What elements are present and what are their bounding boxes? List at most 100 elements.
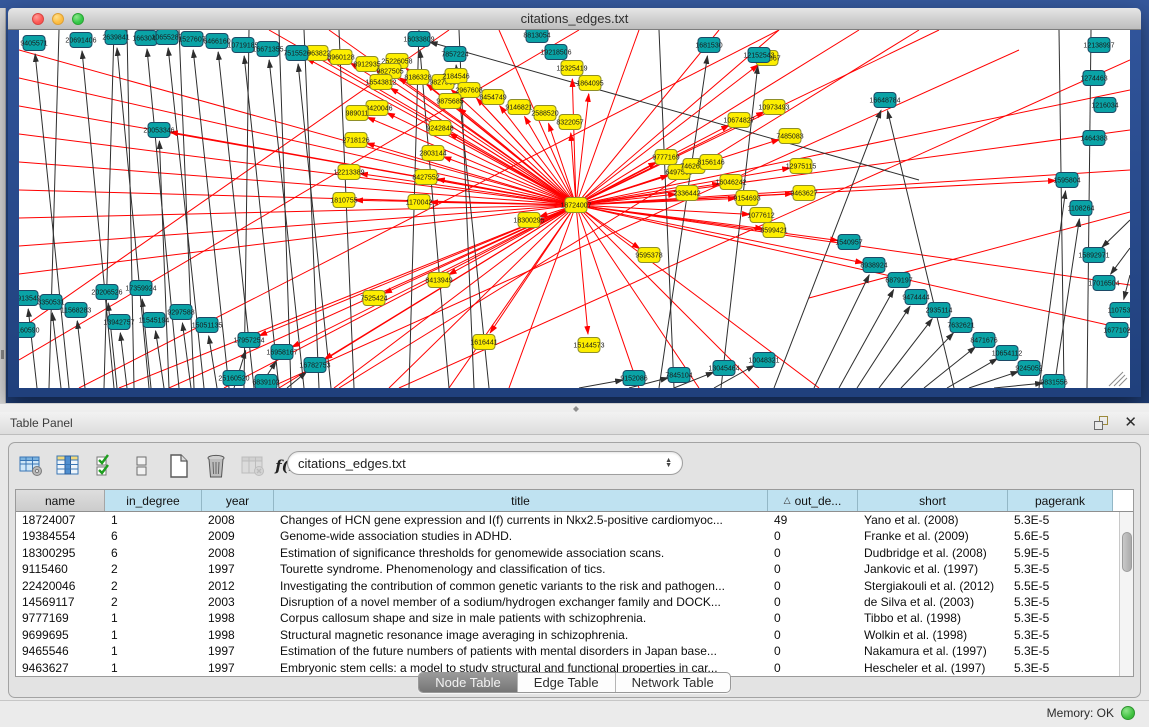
table-row[interactable]: 1872400712008Changes of HCN gene express… (16, 512, 1133, 528)
graph-node[interactable]: 20206526 (91, 285, 122, 300)
graph-node[interactable]: 17016504 (1088, 276, 1119, 291)
graph-node[interactable]: 11568283 (61, 303, 92, 318)
graph-node[interactable]: 8471676 (970, 333, 997, 348)
panel-splitter[interactable] (0, 403, 1149, 412)
graph-edge[interactable] (52, 313, 61, 388)
graph-edge[interactable] (888, 111, 954, 388)
graph-node[interactable]: 7485083 (776, 129, 803, 144)
graph-node[interactable]: 9831556 (1040, 375, 1067, 389)
float-panel-icon[interactable] (1094, 416, 1109, 431)
graph-edge[interactable] (579, 380, 623, 388)
table-row[interactable]: 1830029562008Estimation of significance … (16, 545, 1133, 561)
tab-network-table[interactable]: Network Table (616, 673, 730, 692)
graph-node[interactable]: 2718126 (342, 133, 369, 148)
graph-edge[interactable] (901, 333, 953, 388)
graph-node[interactable]: 16543812 (365, 75, 396, 90)
graph-edge[interactable] (1054, 219, 1079, 388)
graph-node[interactable]: 12213389 (333, 165, 364, 180)
graph-edge[interactable] (857, 306, 910, 388)
graph-node[interactable]: 1108264 (1068, 201, 1095, 216)
graph-node[interactable]: 8186328 (404, 70, 431, 85)
graph-edge[interactable] (1102, 220, 1130, 247)
graph-node[interactable]: 1677102 (1103, 323, 1130, 338)
graph-node[interactable]: 8599421 (760, 223, 787, 238)
graph-node[interactable]: 10048321 (748, 353, 779, 368)
table-settings-icon[interactable] (17, 452, 45, 480)
column-header-in_degree[interactable]: in_degree (105, 490, 202, 511)
graph-edge[interactable] (994, 383, 1043, 388)
graph-node[interactable]: 8813054 (523, 30, 550, 43)
graph-node[interactable]: 25160590 (19, 323, 40, 338)
graph-node[interactable]: 1170042 (406, 195, 433, 210)
graph-node[interactable]: 18724007 (560, 198, 591, 213)
graph-node[interactable]: 9875685 (436, 94, 463, 109)
tab-node-table[interactable]: Node Table (419, 673, 518, 692)
graph-node[interactable]: 12152543 (743, 48, 774, 63)
graph-node[interactable]: 9242848 (426, 121, 453, 136)
graph-edge[interactable] (209, 336, 217, 388)
graph-edge[interactable] (1111, 248, 1130, 274)
graph-node[interactable]: 17957254 (233, 333, 264, 348)
graph-node[interactable]: 9777169 (652, 150, 679, 165)
graph-edge[interactable] (924, 347, 975, 388)
graph-node[interactable]: 9152086 (620, 371, 647, 386)
graph-node[interactable]: 1464383 (1080, 131, 1107, 146)
graph-node[interactable]: 8413949 (425, 273, 452, 288)
graph-node[interactable]: 12975115 (786, 159, 817, 174)
graph-edge[interactable] (443, 157, 576, 205)
graph-node[interactable]: 1616441 (470, 335, 497, 350)
graph-edge[interactable] (576, 205, 588, 334)
graph-node[interactable]: 1681530 (695, 38, 722, 53)
graph-node[interactable]: 15892971 (1078, 248, 1109, 263)
panel-expand-handle-icon[interactable] (1, 350, 4, 359)
close-panel-icon[interactable]: ✕ (1124, 414, 1137, 432)
graph-node[interactable]: 9405571 (20, 36, 47, 51)
graph-node[interactable]: 17359924 (125, 281, 156, 296)
column-header-out_de[interactable]: △out_de... (768, 490, 858, 511)
network-table-selector[interactable]: citations_edges.txt ▲▼ (287, 451, 683, 475)
graph-node[interactable]: 1864095 (576, 76, 603, 91)
graph-node[interactable]: 9463627 (790, 186, 817, 201)
graph-node[interactable]: 9154693 (733, 191, 760, 206)
graph-node[interactable]: 1595804 (1053, 173, 1080, 188)
graph-node[interactable]: 1527607 (178, 32, 205, 47)
graph-edge[interactable] (298, 64, 331, 388)
graph-node[interactable]: 1216034 (1091, 98, 1118, 113)
window-zoom-button[interactable] (72, 13, 84, 25)
graph-node[interactable]: 9595378 (635, 248, 662, 263)
graph-node[interactable]: 13045464 (708, 361, 739, 376)
graph-edge[interactable] (77, 321, 85, 388)
column-header-short[interactable]: short (858, 490, 1008, 511)
network-canvas[interactable]: 1872400779638228960128891293525226058982… (19, 30, 1130, 388)
graph-edge[interactable] (1039, 191, 1066, 388)
graph-node[interactable]: 20691406 (65, 33, 96, 48)
graph-node[interactable]: 16046242 (715, 175, 746, 190)
table-row[interactable]: 969969511998Structural magnetic resonanc… (16, 627, 1133, 643)
graph-node[interactable]: 7845104 (665, 368, 692, 383)
graph-edge[interactable] (1124, 275, 1130, 299)
graph-node[interactable]: 2336442 (673, 186, 700, 201)
graph-edge[interactable] (576, 205, 750, 214)
canvas-resize-grip-icon[interactable] (1109, 372, 1127, 386)
graph-node[interactable]: 16648784 (869, 93, 900, 108)
graph-edge[interactable] (814, 275, 869, 388)
table-row[interactable]: 946554611997Estimation of the future num… (16, 643, 1133, 659)
graph-node[interactable]: 13942757 (103, 315, 134, 330)
graph-edge[interactable] (774, 110, 881, 388)
graph-node[interactable]: 2184546 (442, 69, 469, 84)
scrollbar-thumb[interactable] (1122, 532, 1132, 572)
graph-node[interactable]: 16671355 (252, 42, 283, 57)
memory-indicator[interactable]: Memory: OK (1047, 706, 1135, 720)
graph-node[interactable]: 7632621 (947, 318, 974, 333)
graph-node[interactable]: 18300295 (513, 213, 544, 228)
graph-node[interactable]: 7525424 (360, 291, 387, 306)
graph-node[interactable]: 16782753 (299, 358, 330, 373)
table-row[interactable]: 1456911722003Disruption of a novel membe… (16, 594, 1133, 610)
graph-node[interactable]: 15144573 (573, 338, 604, 353)
graph-node[interactable]: 10973493 (758, 100, 789, 115)
graph-node[interactable]: 1810755 (330, 193, 357, 208)
graph-node[interactable]: 2639841 (102, 30, 129, 45)
graph-node[interactable]: 8960128 (327, 50, 354, 65)
column-header-name[interactable]: name (16, 490, 105, 511)
column-header-title[interactable]: title (274, 490, 768, 511)
